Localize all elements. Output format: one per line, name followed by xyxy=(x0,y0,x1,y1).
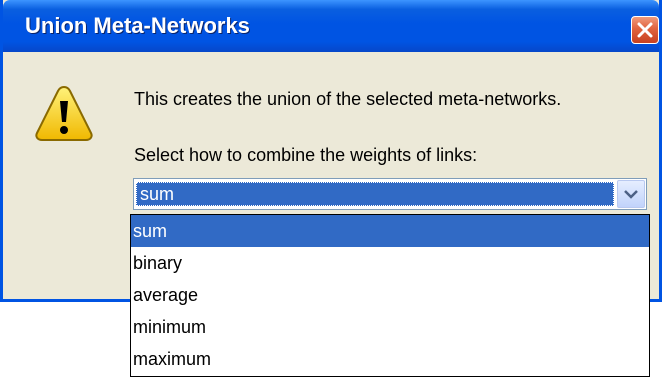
title-bar[interactable]: Union Meta-Networks xyxy=(3,0,659,52)
combine-method-select[interactable]: sum xyxy=(133,178,647,210)
dialog-message: This creates the union of the selected m… xyxy=(134,89,562,109)
option-average[interactable]: average xyxy=(131,279,649,311)
option-binary[interactable]: binary xyxy=(131,247,649,279)
close-button[interactable] xyxy=(631,16,659,44)
warning-icon xyxy=(35,85,93,141)
option-minimum[interactable]: minimum xyxy=(131,311,649,343)
combine-weights-label: Select how to combine the weights of lin… xyxy=(134,145,478,165)
close-icon xyxy=(637,22,653,38)
option-sum[interactable]: sum xyxy=(131,215,649,247)
combine-method-value[interactable]: sum xyxy=(136,182,614,206)
dialog-title: Union Meta-Networks xyxy=(25,13,250,38)
option-maximum[interactable]: maximum xyxy=(131,343,649,375)
combine-method-dropdown-list: sum binary average minimum maximum xyxy=(130,214,650,377)
chevron-down-icon xyxy=(624,190,638,199)
dropdown-arrow-button[interactable] xyxy=(617,180,645,208)
